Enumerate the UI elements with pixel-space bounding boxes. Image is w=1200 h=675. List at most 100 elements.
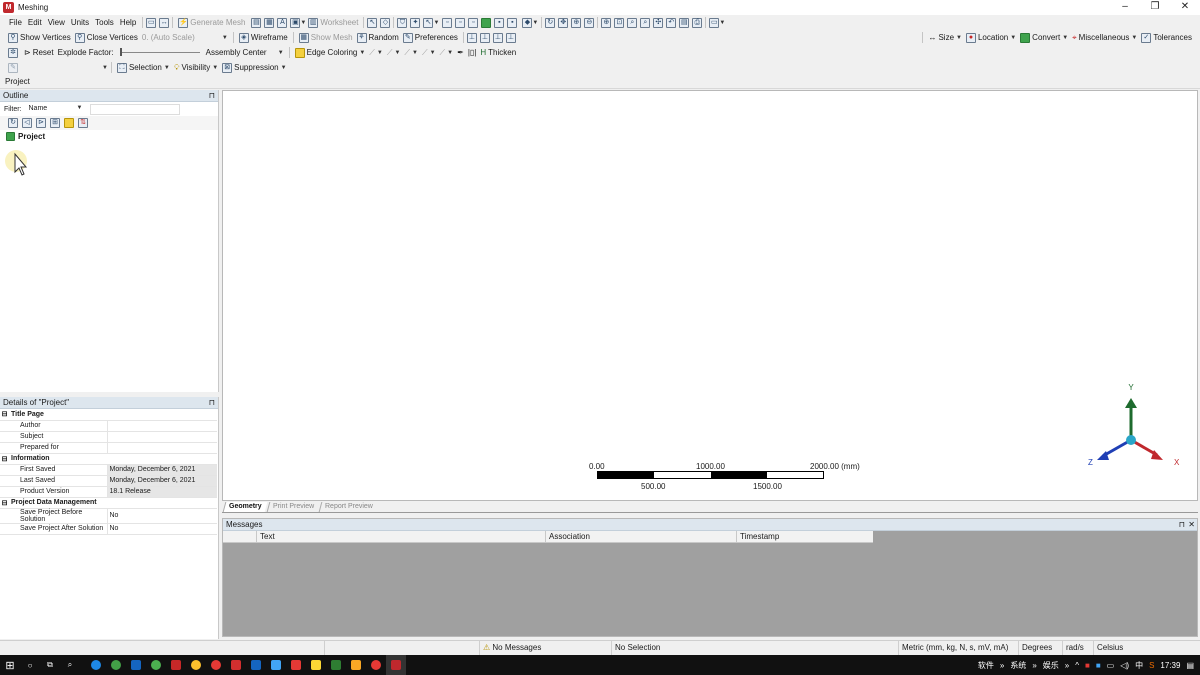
filter-select[interactable]: Name ▼ (25, 103, 86, 115)
word-icon[interactable] (246, 655, 266, 675)
tray-app-icon[interactable]: ■ (1085, 661, 1090, 670)
column-association[interactable]: Association (545, 531, 736, 542)
tree-item-project[interactable]: Project (0, 130, 218, 142)
minimize-button[interactable]: – (1110, 0, 1140, 15)
meshing-app-icon[interactable] (386, 655, 406, 675)
iso-icon[interactable]: ✣ (653, 17, 664, 28)
face-icon[interactable]: ▫ (468, 17, 479, 28)
show-errors-icon[interactable]: ▦ (264, 17, 275, 28)
rotate-icon[interactable]: ↻ (545, 17, 556, 28)
cube-icon[interactable]: ◆ (522, 17, 533, 28)
vertex-select-icon[interactable]: ✦ (410, 17, 421, 28)
breadcrumb-project[interactable]: Project (5, 77, 30, 86)
edge-display-3-icon[interactable]: ⟋ ▼ (402, 48, 420, 58)
app-blue-icon[interactable] (126, 655, 146, 675)
magnifier-icon[interactable]: ⌕ (627, 17, 638, 28)
search-icon[interactable]: ○ (20, 655, 40, 675)
tolerances-button[interactable]: ✓ Tolerances (1139, 32, 1194, 43)
column-timestamp[interactable]: Timestamp (736, 531, 873, 542)
zoom-to-fit-icon[interactable]: ⌕ (640, 17, 651, 28)
task-view-icon[interactable]: ⧉ (40, 655, 60, 675)
tag-icon[interactable]: ◇ (380, 17, 391, 28)
pdf-icon[interactable] (226, 655, 246, 675)
edge-direction-icon[interactable]: |▯| (466, 48, 479, 57)
close-vertices-button[interactable]: ⚲ Close Vertices (73, 32, 140, 43)
wireframe-button[interactable]: ◈ Wireframe (237, 32, 290, 43)
menu-help[interactable]: Help (117, 18, 139, 27)
collapse-icon[interactable]: ⊟ (0, 497, 9, 509)
solve-icon[interactable]: ▭ (146, 17, 157, 28)
chrome-icon[interactable] (186, 655, 206, 675)
zoom-in-icon[interactable]: ⊕ (601, 17, 612, 28)
tree-expand-icon[interactable]: ⊞ (50, 118, 60, 128)
edge-icon[interactable]: ▫ (455, 17, 466, 28)
status-angle[interactable]: Degrees (1019, 640, 1063, 656)
app-red3-icon[interactable] (286, 655, 306, 675)
body-icon[interactable] (481, 17, 492, 28)
assembly-center-dropdown[interactable]: Assembly Center ▼ (204, 48, 286, 57)
details-row[interactable]: Author (0, 420, 217, 432)
show-mesh-button[interactable]: ▦ Show Mesh (297, 32, 355, 43)
named-selection-dropdown[interactable] (22, 62, 102, 73)
edge-coloring-dropdown[interactable]: Edge Coloring ▼ (293, 47, 368, 58)
file-explorer-icon[interactable] (306, 655, 326, 675)
tree-sort-icon[interactable]: ⇅ (78, 118, 88, 128)
restore-button[interactable]: ❐ (1140, 0, 1170, 15)
excel-icon[interactable] (326, 655, 346, 675)
pin-icon[interactable]: ⊓ (1179, 519, 1185, 530)
box-zoom-icon[interactable]: ⊡ (614, 17, 625, 28)
ansys-icon[interactable] (346, 655, 366, 675)
tab-print-preview[interactable]: Print Preview (266, 502, 320, 512)
pin-icon[interactable]: ⊓ (209, 397, 215, 408)
clock[interactable]: 17:39 (1160, 661, 1180, 670)
vertex-icon[interactable]: ▫ (442, 17, 453, 28)
text-icon[interactable]: A (277, 17, 288, 28)
next-view-icon[interactable]: ▤ (679, 17, 690, 28)
tray-software[interactable]: 软件 (978, 660, 994, 671)
edge-display-1-icon[interactable]: ⟋ ▼ (367, 48, 385, 58)
edge-display-4-icon[interactable]: ⟋ ▼ (420, 48, 438, 58)
pin-icon[interactable]: ⊓ (209, 90, 215, 101)
tree-refresh-icon[interactable]: ↻ (8, 118, 18, 128)
tray-entertainment[interactable]: 娱乐 (1043, 660, 1059, 671)
collapse-icon[interactable]: ⊟ (0, 453, 9, 465)
details-row[interactable]: Prepared for (0, 442, 217, 454)
menu-edit[interactable]: Edit (25, 18, 45, 27)
status-units[interactable]: Metric (mm, kg, N, s, mV, mA) (899, 640, 1019, 656)
annotation-icon[interactable]: ⊥ (466, 32, 477, 43)
triad-center[interactable] (1126, 435, 1136, 445)
reset-button[interactable]: ⊳ Reset (22, 48, 56, 57)
input-method[interactable]: 中 (1135, 660, 1143, 671)
edge-display-5-icon[interactable]: ⟋ ▼ (438, 48, 456, 58)
zoom-out-icon[interactable]: ⊖ (584, 17, 595, 28)
section-project-data-management[interactable]: ⊟ Project Data Management (0, 497, 217, 509)
column-text[interactable]: Text (256, 531, 545, 542)
menu-view[interactable]: View (45, 18, 68, 27)
tree-folder-icon[interactable] (64, 118, 74, 128)
pointer-icon[interactable]: ↖ (367, 17, 378, 28)
annotation4-icon[interactable]: ⊥ (505, 32, 516, 43)
pin-icon[interactable]: ✒ (455, 48, 466, 57)
viewport-layout-icon[interactable]: ▭ (709, 17, 720, 28)
thicken-button[interactable]: H Thicken (478, 48, 518, 57)
tab-report-preview[interactable]: Report Preview (318, 502, 379, 512)
pan-icon[interactable]: ✥ (558, 17, 569, 28)
tray-app2-icon[interactable]: ■ (1096, 661, 1101, 670)
print-icon[interactable]: ⎙ (692, 17, 703, 28)
selection-dropdown[interactable]: ⛶ Selection ▼ (115, 62, 172, 73)
convert-dropdown[interactable]: Convert ▼ (1018, 32, 1070, 43)
auto-scale-dropdown[interactable]: 0. (Auto Scale) ▼ (140, 33, 230, 42)
size-dropdown[interactable]: ↔ Size ▼ (926, 33, 964, 42)
edge-browser-icon[interactable] (86, 655, 106, 675)
menu-units[interactable]: Units (68, 18, 92, 27)
filter-input[interactable] (89, 103, 180, 115)
select-mode-icon[interactable]: ⛉ (397, 17, 408, 28)
section-title-page[interactable]: ⊟ Title Page (0, 409, 217, 421)
visibility-dropdown[interactable]: 💡︎ Visibility ▼ (172, 63, 220, 73)
worksheet-button[interactable]: ▥ Worksheet (306, 17, 360, 28)
random-colors-button[interactable]: ⚘ Random (355, 32, 401, 43)
axis-triad[interactable]: Y X Z (1085, 380, 1185, 470)
chevron-up-icon[interactable]: ^ (1075, 661, 1079, 670)
tray-system[interactable]: 系统 (1010, 660, 1026, 671)
collapse-icon[interactable]: ⊟ (0, 409, 9, 421)
